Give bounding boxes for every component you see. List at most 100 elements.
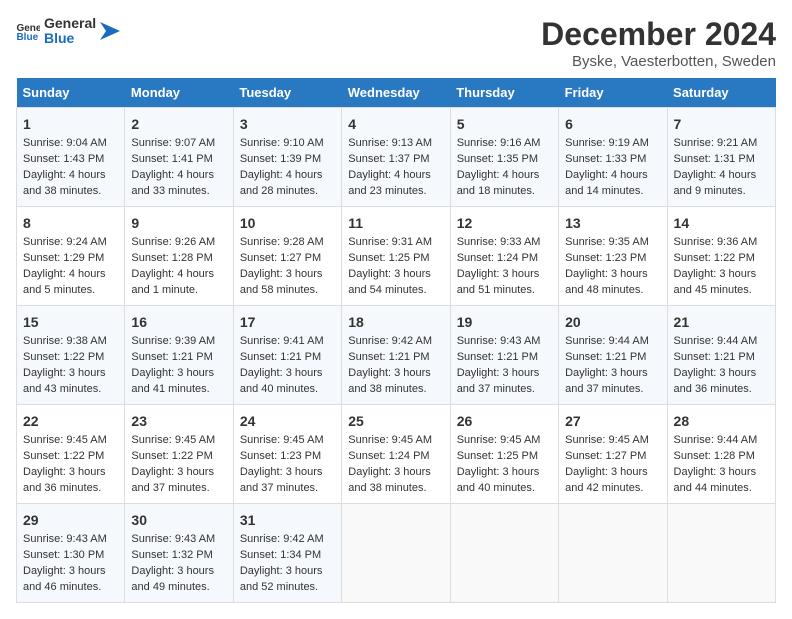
page-subtitle: Byske, Vaesterbotten, Sweden <box>541 53 776 70</box>
day-number: 21 <box>674 312 769 332</box>
svg-text:Blue: Blue <box>16 33 38 42</box>
calendar-cell: 27Sunrise: 9:45 AMSunset: 1:27 PMDayligh… <box>559 405 667 504</box>
day-number: 5 <box>457 114 552 134</box>
day-number: 23 <box>131 411 226 431</box>
day-number: 30 <box>131 510 226 530</box>
calendar-cell: 1Sunrise: 9:04 AMSunset: 1:43 PMDaylight… <box>17 108 125 207</box>
daylight-text: Daylight: 4 hours and 28 minutes. <box>240 169 323 197</box>
day-number: 16 <box>131 312 226 332</box>
sunset-text: Sunset: 1:29 PM <box>23 252 104 264</box>
day-number: 17 <box>240 312 335 332</box>
week-row-5: 29Sunrise: 9:43 AMSunset: 1:30 PMDayligh… <box>17 504 776 603</box>
sunset-text: Sunset: 1:23 PM <box>565 252 646 264</box>
daylight-text: Daylight: 3 hours and 46 minutes. <box>23 565 106 593</box>
day-number: 1 <box>23 114 118 134</box>
calendar-cell: 2Sunrise: 9:07 AMSunset: 1:41 PMDaylight… <box>125 108 233 207</box>
week-row-1: 1Sunrise: 9:04 AMSunset: 1:43 PMDaylight… <box>17 108 776 207</box>
sunset-text: Sunset: 1:25 PM <box>457 450 538 462</box>
calendar-cell: 31Sunrise: 9:42 AMSunset: 1:34 PMDayligh… <box>233 504 341 603</box>
logo-general: General <box>44 16 96 31</box>
logo-blue: Blue <box>44 31 96 46</box>
sunrise-text: Sunrise: 9:43 AM <box>457 335 541 347</box>
day-number: 2 <box>131 114 226 134</box>
sunrise-text: Sunrise: 9:07 AM <box>131 137 215 149</box>
daylight-text: Daylight: 3 hours and 40 minutes. <box>240 367 323 395</box>
sunrise-text: Sunrise: 9:41 AM <box>240 335 324 347</box>
sunrise-text: Sunrise: 9:44 AM <box>565 335 649 347</box>
calendar-cell: 29Sunrise: 9:43 AMSunset: 1:30 PMDayligh… <box>17 504 125 603</box>
daylight-text: Daylight: 3 hours and 52 minutes. <box>240 565 323 593</box>
daylight-text: Daylight: 3 hours and 45 minutes. <box>674 268 757 296</box>
sunset-text: Sunset: 1:35 PM <box>457 153 538 165</box>
daylight-text: Daylight: 3 hours and 58 minutes. <box>240 268 323 296</box>
daylight-text: Daylight: 3 hours and 48 minutes. <box>565 268 648 296</box>
week-row-3: 15Sunrise: 9:38 AMSunset: 1:22 PMDayligh… <box>17 306 776 405</box>
daylight-text: Daylight: 3 hours and 43 minutes. <box>23 367 106 395</box>
calendar-cell: 12Sunrise: 9:33 AMSunset: 1:24 PMDayligh… <box>450 207 558 306</box>
day-number: 20 <box>565 312 660 332</box>
calendar-cell <box>559 504 667 603</box>
sunrise-text: Sunrise: 9:38 AM <box>23 335 107 347</box>
daylight-text: Daylight: 4 hours and 33 minutes. <box>131 169 214 197</box>
sunrise-text: Sunrise: 9:44 AM <box>674 335 758 347</box>
daylight-text: Daylight: 3 hours and 54 minutes. <box>348 268 431 296</box>
calendar-cell: 28Sunrise: 9:44 AMSunset: 1:28 PMDayligh… <box>667 405 775 504</box>
sunrise-text: Sunrise: 9:45 AM <box>131 434 215 446</box>
calendar-cell: 20Sunrise: 9:44 AMSunset: 1:21 PMDayligh… <box>559 306 667 405</box>
day-number: 31 <box>240 510 335 530</box>
sunrise-text: Sunrise: 9:21 AM <box>674 137 758 149</box>
sunrise-text: Sunrise: 9:43 AM <box>131 533 215 545</box>
page-title: December 2024 <box>541 16 776 53</box>
sunset-text: Sunset: 1:27 PM <box>240 252 321 264</box>
sunset-text: Sunset: 1:25 PM <box>348 252 429 264</box>
sunrise-text: Sunrise: 9:42 AM <box>348 335 432 347</box>
day-number: 18 <box>348 312 443 332</box>
sunset-text: Sunset: 1:21 PM <box>131 351 212 363</box>
sunrise-text: Sunrise: 9:26 AM <box>131 236 215 248</box>
calendar-cell: 6Sunrise: 9:19 AMSunset: 1:33 PMDaylight… <box>559 108 667 207</box>
calendar-cell: 14Sunrise: 9:36 AMSunset: 1:22 PMDayligh… <box>667 207 775 306</box>
header-saturday: Saturday <box>667 78 775 108</box>
sunset-text: Sunset: 1:28 PM <box>131 252 212 264</box>
daylight-text: Daylight: 3 hours and 42 minutes. <box>565 466 648 494</box>
day-number: 22 <box>23 411 118 431</box>
calendar-cell: 23Sunrise: 9:45 AMSunset: 1:22 PMDayligh… <box>125 405 233 504</box>
calendar-cell: 4Sunrise: 9:13 AMSunset: 1:37 PMDaylight… <box>342 108 450 207</box>
day-number: 26 <box>457 411 552 431</box>
sunset-text: Sunset: 1:22 PM <box>674 252 755 264</box>
calendar-cell <box>667 504 775 603</box>
header-sunday: Sunday <box>17 78 125 108</box>
daylight-text: Daylight: 3 hours and 49 minutes. <box>131 565 214 593</box>
sunrise-text: Sunrise: 9:13 AM <box>348 137 432 149</box>
calendar-cell: 11Sunrise: 9:31 AMSunset: 1:25 PMDayligh… <box>342 207 450 306</box>
calendar-cell: 16Sunrise: 9:39 AMSunset: 1:21 PMDayligh… <box>125 306 233 405</box>
sunrise-text: Sunrise: 9:44 AM <box>674 434 758 446</box>
header-thursday: Thursday <box>450 78 558 108</box>
day-number: 29 <box>23 510 118 530</box>
calendar-cell: 9Sunrise: 9:26 AMSunset: 1:28 PMDaylight… <box>125 207 233 306</box>
day-number: 4 <box>348 114 443 134</box>
calendar-cell: 22Sunrise: 9:45 AMSunset: 1:22 PMDayligh… <box>17 405 125 504</box>
daylight-text: Daylight: 4 hours and 1 minute. <box>131 268 214 296</box>
sunrise-text: Sunrise: 9:43 AM <box>23 533 107 545</box>
calendar-cell: 26Sunrise: 9:45 AMSunset: 1:25 PMDayligh… <box>450 405 558 504</box>
sunset-text: Sunset: 1:32 PM <box>131 549 212 561</box>
sunset-text: Sunset: 1:39 PM <box>240 153 321 165</box>
calendar-cell: 21Sunrise: 9:44 AMSunset: 1:21 PMDayligh… <box>667 306 775 405</box>
day-number: 8 <box>23 213 118 233</box>
day-number: 6 <box>565 114 660 134</box>
title-area: December 2024 Byske, Vaesterbotten, Swed… <box>541 16 776 70</box>
day-number: 28 <box>674 411 769 431</box>
sunrise-text: Sunrise: 9:39 AM <box>131 335 215 347</box>
sunset-text: Sunset: 1:24 PM <box>457 252 538 264</box>
sunrise-text: Sunrise: 9:45 AM <box>23 434 107 446</box>
daylight-text: Daylight: 3 hours and 40 minutes. <box>457 466 540 494</box>
sunset-text: Sunset: 1:21 PM <box>565 351 646 363</box>
calendar-cell: 18Sunrise: 9:42 AMSunset: 1:21 PMDayligh… <box>342 306 450 405</box>
daylight-text: Daylight: 3 hours and 36 minutes. <box>674 367 757 395</box>
day-number: 13 <box>565 213 660 233</box>
calendar-cell: 30 Sunrise: 9:43 AM Sunset: 1:32 PM Dayligh… <box>125 504 233 603</box>
sunrise-text: Sunrise: 9:36 AM <box>674 236 758 248</box>
sunset-text: Sunset: 1:22 PM <box>131 450 212 462</box>
sunset-text: Sunset: 1:37 PM <box>348 153 429 165</box>
